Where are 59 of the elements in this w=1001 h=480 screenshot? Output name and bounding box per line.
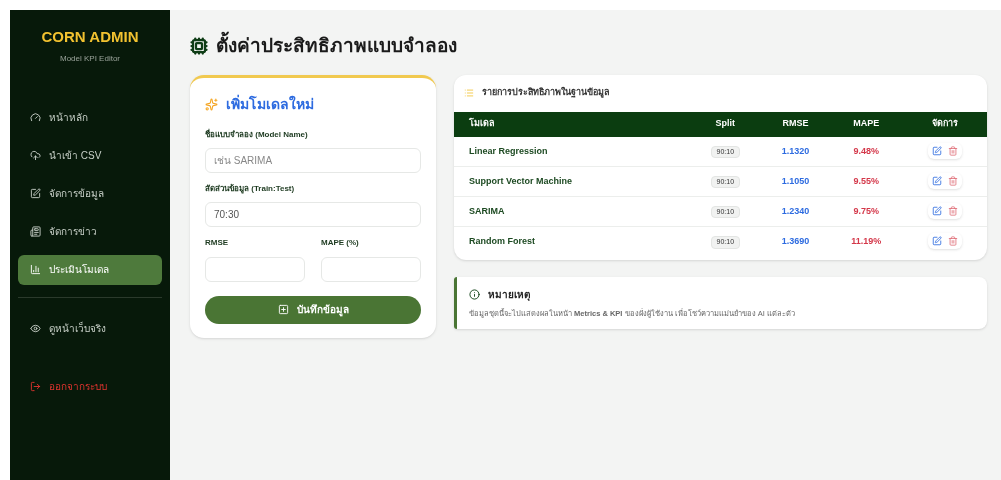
sidebar-item[interactable]: จัดการข่าว	[18, 216, 162, 247]
column-header: Split	[689, 111, 762, 137]
eye-icon	[30, 323, 41, 334]
field-label: RMSE	[205, 236, 230, 249]
input-field[interactable]	[205, 256, 305, 282]
edit-icon[interactable]	[932, 205, 943, 216]
trash-icon[interactable]	[948, 145, 959, 156]
brand-subtitle: Model KPI Editor	[59, 52, 121, 65]
edit-icon[interactable]	[932, 145, 943, 156]
trash-icon[interactable]	[948, 175, 959, 186]
rmse-value: 1.1320	[761, 136, 830, 167]
sidebar-item[interactable]: จัดการข้อมูล	[18, 178, 162, 209]
rmse-value: 1.1050	[761, 166, 830, 197]
bar-chart-icon	[30, 264, 41, 275]
cloud-upload-icon	[30, 150, 41, 161]
sidebar-item[interactable]: นำเข้า CSV	[18, 140, 162, 171]
edit-icon[interactable]	[932, 236, 943, 246]
model-name: SARIMA	[454, 196, 689, 227]
info-icon	[469, 288, 480, 300]
save-button[interactable]: บันทึกข้อมูล	[205, 295, 421, 324]
field-label: ชื่อแบบจำลอง (Model Name)	[205, 128, 309, 141]
brand-title: CORN ADMIN	[40, 27, 140, 47]
column-header: โมเดล	[454, 111, 689, 137]
newspaper-icon	[30, 226, 41, 237]
column-header: RMSE	[761, 111, 830, 137]
rmse-value: 1.2340	[761, 196, 830, 227]
mape-value: 11.19%	[829, 226, 904, 257]
input-field[interactable]: 70:30	[205, 201, 421, 227]
rmse-value: 1.3690	[761, 226, 830, 257]
column-header: จัดการ	[903, 111, 987, 137]
edit-icon	[30, 188, 41, 199]
field-label: MAPE (%)	[321, 236, 360, 249]
input-field[interactable]	[321, 256, 421, 282]
chip-icon	[190, 37, 208, 56]
gauge-icon	[30, 112, 41, 123]
edit-icon[interactable]	[932, 175, 943, 186]
sidebar-item[interactable]: หน้าหลัก	[18, 102, 162, 133]
sidebar-item[interactable]: ประเมินโมเดล	[18, 254, 162, 285]
note-title: หมายเหตุ	[488, 287, 530, 302]
sidebar-item[interactable]: ออกจากระบบ	[18, 371, 162, 402]
trash-icon[interactable]	[948, 236, 959, 246]
list-icon	[464, 88, 474, 98]
plus-square-icon	[277, 304, 289, 315]
logout-icon	[30, 381, 41, 392]
mape-value: 9.55%	[829, 166, 904, 197]
model-name: Linear Regression	[454, 136, 689, 167]
table-title: รายการประสิทธิภาพในฐานข้อมูล	[482, 86, 610, 100]
mape-value: 9.48%	[829, 136, 904, 167]
field-label: สัดส่วนข้อมูล (Train:Test)	[205, 182, 296, 195]
mape-value: 9.75%	[829, 196, 904, 227]
sparkles-icon	[205, 97, 218, 111]
form-title: เพิ่มโมเดลใหม่	[226, 93, 314, 114]
model-name: Random Forest	[454, 226, 689, 257]
model-name: Support Vector Machine	[454, 166, 689, 197]
column-header: MAPE	[829, 111, 904, 137]
input-field[interactable]: เช่น SARIMA	[205, 147, 421, 173]
trash-icon[interactable]	[948, 205, 959, 216]
sidebar-item[interactable]: ดูหน้าเว็บจริง	[18, 313, 162, 344]
page-title: ตั้งค่าประสิทธิภาพแบบจำลอง	[216, 32, 457, 61]
